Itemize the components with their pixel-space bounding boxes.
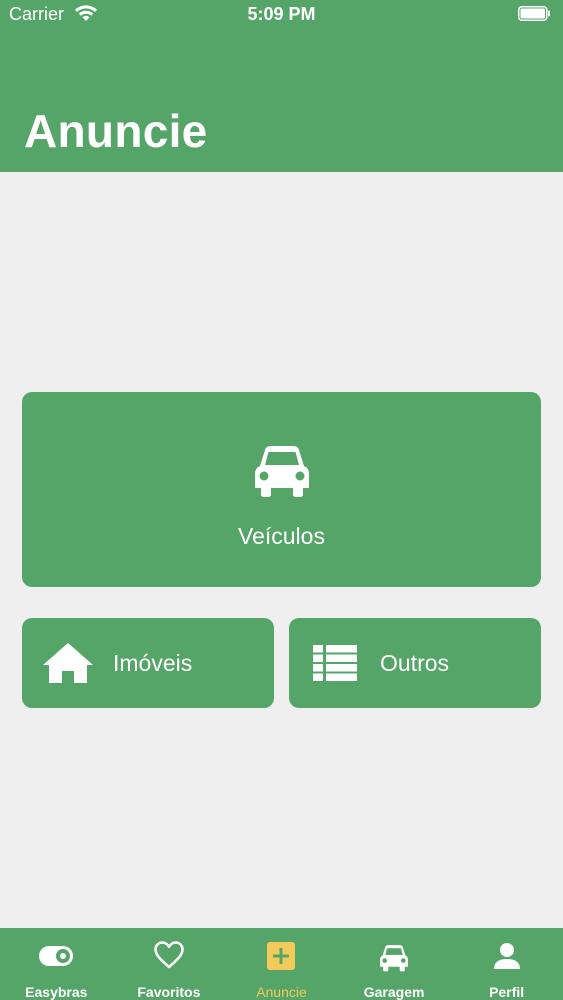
category-real-estate-button[interactable]: Imóveis — [22, 618, 274, 708]
tab-label: Favoritos — [137, 984, 201, 1000]
heart-icon — [154, 941, 184, 969]
header: Carrier 5:09 PM Anuncie — [0, 0, 563, 172]
tab-favoritos[interactable]: Favoritos — [113, 928, 226, 1000]
tab-bar: Easybras Favoritos Anuncie Garagem Perfi… — [0, 928, 563, 1000]
tab-label: Perfil — [489, 984, 525, 1000]
toggle-icon — [39, 946, 74, 966]
category-others-label: Outros — [380, 650, 450, 676]
battery-icon — [518, 6, 550, 21]
status-time: 5:09 PM — [247, 4, 316, 24]
tab-garagem[interactable]: Garagem — [338, 928, 451, 1000]
category-vehicles-label: Veículos — [238, 523, 325, 549]
person-icon — [493, 943, 520, 969]
car-icon — [255, 446, 309, 497]
list-icon — [313, 645, 357, 681]
tab-easybras[interactable]: Easybras — [0, 928, 113, 1000]
tab-anuncie[interactable]: Anuncie — [225, 928, 338, 1000]
page-title: Anuncie — [24, 105, 208, 157]
tab-label: Garagem — [363, 984, 425, 1000]
tab-label: Easybras — [25, 984, 88, 1000]
category-vehicles-button[interactable]: Veículos — [22, 392, 541, 587]
plus-square-icon — [267, 942, 296, 970]
category-real-estate-label: Imóveis — [113, 650, 193, 676]
car-icon — [380, 945, 409, 972]
screen: Carrier 5:09 PM Anuncie Veículos Imóveis… — [0, 0, 563, 1000]
category-others-button[interactable]: Outros — [289, 618, 541, 708]
tab-perfil[interactable]: Perfil — [450, 928, 563, 1000]
status-bar: Carrier 5:09 PM — [0, 0, 563, 30]
house-icon — [43, 643, 93, 683]
tab-label: Anuncie — [256, 984, 307, 1000]
